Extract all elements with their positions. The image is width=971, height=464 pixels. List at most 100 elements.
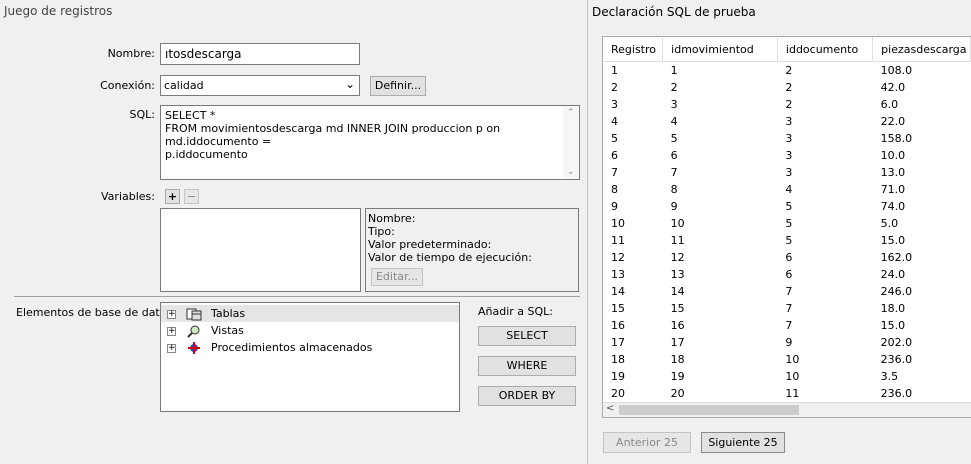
chevron-down-icon: ⌄ — [344, 77, 355, 91]
table-cell: 5.0 — [880, 217, 899, 230]
table-cell: 4 — [785, 183, 793, 196]
table-cell: 6 — [785, 268, 793, 281]
table-cell: 3 — [670, 98, 678, 111]
nombre-input[interactable]: ıtosdescarga — [160, 43, 360, 65]
scroll-down-icon[interactable]: ⌄ — [567, 167, 575, 177]
table-row[interactable]: 3 3 2 6.0 — [603, 96, 971, 113]
var-tipo-label: Tipo: — [368, 225, 395, 238]
where-button[interactable]: WHERE — [478, 356, 576, 376]
table-row[interactable]: 7 7 3 13.0 — [603, 164, 971, 181]
scroll-thumb[interactable] — [619, 405, 799, 415]
column-header[interactable]: iddocumento — [777, 37, 874, 62]
table-row[interactable]: 18 18 10 236.0 — [603, 351, 971, 368]
table-cell: 8 — [670, 183, 678, 196]
table-row[interactable]: 14 14 7 246.0 — [603, 283, 971, 300]
var-valor-pred-label: Valor predeterminado: — [368, 238, 492, 251]
table-cell: 7 — [611, 166, 618, 179]
table-cell: 15.0 — [880, 319, 906, 332]
previous-page-button[interactable]: Anterior 25 — [603, 432, 691, 453]
table-cell: 17 — [670, 336, 685, 349]
table-cell: 71.0 — [880, 183, 906, 196]
table-row[interactable]: 4 4 3 22.0 — [603, 113, 971, 130]
conexion-value: calidad — [164, 79, 204, 92]
table-cell: 3 — [785, 115, 793, 128]
table-cell: 16 — [611, 319, 625, 332]
sql-scrollbar[interactable]: ⌃ ⌄ — [563, 106, 579, 179]
table-cell: 10 — [785, 353, 800, 366]
table-cell: 14 — [611, 285, 625, 298]
table-row[interactable]: 12 12 6 162.0 — [603, 249, 971, 266]
table-cell: 162.0 — [880, 251, 913, 264]
conexion-select[interactable]: calidad ⌄ — [160, 75, 360, 96]
remove-variable-button[interactable]: − — [184, 189, 199, 204]
column-header[interactable]: Registro — [603, 37, 664, 62]
table-cell: 10 — [611, 217, 625, 230]
column-header[interactable]: piezasdescarga — [872, 37, 971, 62]
tree-label: Procedimientos almacenados — [211, 341, 373, 354]
table-row[interactable]: 17 17 9 202.0 — [603, 334, 971, 351]
scroll-left-icon[interactable]: < — [606, 403, 614, 414]
db-elements-tree[interactable]: + Tablas + Vistas + Procedimientos almac… — [160, 302, 460, 412]
expand-icon[interactable]: + — [167, 326, 176, 336]
next-page-button[interactable]: Siguiente 25 — [701, 432, 785, 453]
table-row[interactable]: 2 2 2 42.0 — [603, 79, 971, 96]
table-cell: 1 — [611, 64, 618, 77]
select-button[interactable]: SELECT — [478, 326, 576, 346]
table-cell: 9 — [611, 200, 618, 213]
sql-line: FROM movimientosdescarga md INNER JOIN p… — [165, 122, 501, 148]
tree-item-vistas[interactable]: + Vistas — [161, 322, 244, 339]
table-row[interactable]: 8 8 4 71.0 — [603, 181, 971, 198]
table-cell: 15 — [670, 302, 685, 315]
table-cell: 6 — [611, 149, 618, 162]
variables-list[interactable] — [160, 208, 361, 292]
table-cell: 4 — [611, 115, 618, 128]
table-cell: 15 — [611, 302, 625, 315]
add-variable-button[interactable]: + — [165, 189, 180, 204]
table-cell: 236.0 — [880, 387, 913, 400]
table-cell: 7 — [670, 166, 678, 179]
table-cell: 12 — [670, 251, 685, 264]
horizontal-scrollbar[interactable]: < — [603, 402, 971, 417]
table-cell: 2 — [785, 98, 793, 111]
table-row[interactable]: 6 6 3 10.0 — [603, 147, 971, 164]
table-row[interactable]: 16 16 7 15.0 — [603, 317, 971, 334]
var-nombre-label: Nombre: — [368, 212, 416, 225]
editar-button[interactable]: Editar... — [371, 268, 423, 286]
order-by-button[interactable]: ORDER BY — [478, 386, 576, 406]
column-header[interactable]: idmovimientod — [662, 37, 778, 62]
expand-icon[interactable]: + — [167, 343, 176, 353]
sql-label: SQL: — [129, 108, 155, 121]
variables-label: Variables: — [101, 190, 155, 203]
table-cell: 17 — [611, 336, 625, 349]
table-row[interactable]: 1 1 2 108.0 — [603, 62, 971, 80]
table-cell: 5 — [785, 200, 793, 213]
table-cell: 18 — [670, 353, 685, 366]
definir-button[interactable]: Definir... — [370, 76, 426, 96]
tree-item-tablas[interactable]: + Tablas — [161, 305, 459, 322]
tables-icon — [186, 307, 202, 321]
sql-textarea[interactable]: SELECT * FROM movimientosdescarga md INN… — [160, 105, 580, 180]
table-cell: 14 — [670, 285, 685, 298]
table-row[interactable]: 19 19 10 3.5 — [603, 368, 971, 385]
table-cell: 13.0 — [880, 166, 906, 179]
scroll-up-icon[interactable]: ⌃ — [567, 108, 575, 118]
table-row[interactable]: 20 20 11 236.0 — [603, 385, 971, 402]
results-grid[interactable]: Registro idmovimientod iddocumento pieza… — [602, 36, 971, 418]
table-row[interactable]: 15 15 7 18.0 — [603, 300, 971, 317]
table-row[interactable]: 10 10 5 5.0 — [603, 215, 971, 232]
table-cell: 5 — [611, 132, 618, 145]
table-row[interactable]: 5 5 3 158.0 — [603, 130, 971, 147]
table-row[interactable]: 13 13 6 24.0 — [603, 266, 971, 283]
table-cell: 13 — [670, 268, 685, 281]
table-row[interactable]: 9 9 5 74.0 — [603, 198, 971, 215]
tree-item-procedimientos[interactable]: + Procedimientos almacenados — [161, 339, 372, 356]
divider — [14, 296, 580, 297]
table-cell: 10.0 — [880, 149, 906, 162]
table-cell: 11 — [670, 234, 685, 247]
table-row[interactable]: 11 11 5 15.0 — [603, 232, 971, 249]
table-cell: 236.0 — [880, 353, 913, 366]
expand-icon[interactable]: + — [167, 309, 176, 319]
nombre-label: Nombre: — [107, 47, 155, 60]
table-cell: 19 — [611, 370, 625, 383]
anadir-label: Añadir a SQL: — [478, 305, 554, 318]
